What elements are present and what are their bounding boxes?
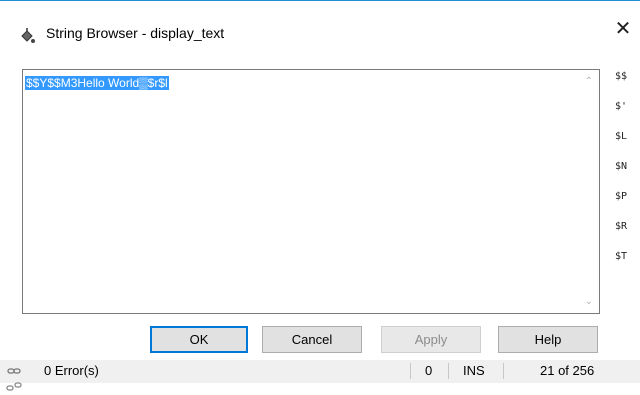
error-count: 0 Error(s) xyxy=(44,363,99,378)
status-separator xyxy=(410,363,411,379)
control-code-item[interactable]: $T xyxy=(615,250,639,272)
control-code-item[interactable]: $' xyxy=(615,100,639,122)
editor-selected-text[interactable]: $$Y$$M3Hello World▒$r$l xyxy=(25,76,169,90)
help-button[interactable]: Help xyxy=(498,326,598,353)
control-code-item[interactable]: $L xyxy=(615,130,639,152)
scroll-up-icon[interactable]: ⌃ xyxy=(585,76,593,87)
cursor-position: 0 xyxy=(425,363,433,378)
insert-mode: INS xyxy=(463,363,485,378)
link-icon[interactable] xyxy=(6,363,22,379)
scroll-down-icon[interactable]: ⌄ xyxy=(585,296,593,307)
close-button[interactable]: ✕ xyxy=(606,13,640,45)
status-bar: 0 Error(s) 0 INS 21 of 256 xyxy=(0,360,640,391)
apply-button[interactable]: Apply xyxy=(381,326,481,353)
status-separator xyxy=(448,363,449,379)
control-code-list: $$ $' $L $N $P $R $T xyxy=(615,70,639,280)
close-icon: ✕ xyxy=(614,18,632,40)
status-separator xyxy=(503,363,504,379)
paint-bucket-icon xyxy=(18,27,36,50)
ok-button[interactable]: OK xyxy=(150,326,248,353)
control-code-item[interactable]: $P xyxy=(615,190,639,212)
control-code-item[interactable]: $N xyxy=(615,160,639,182)
window-title: String Browser - display_text xyxy=(46,25,225,41)
control-code-item[interactable]: $$ xyxy=(615,70,639,92)
title-bar: String Browser - display_text ✕ xyxy=(0,1,640,43)
char-count: 21 of 256 xyxy=(540,363,595,378)
unlink-icon[interactable] xyxy=(6,379,22,395)
control-code-item[interactable]: $R xyxy=(615,220,639,242)
cancel-button[interactable]: Cancel xyxy=(262,326,362,353)
status-icon-group xyxy=(6,363,40,391)
string-editor[interactable]: $$Y$$M3Hello World▒$r$l ⌃ ⌄ xyxy=(22,69,600,314)
